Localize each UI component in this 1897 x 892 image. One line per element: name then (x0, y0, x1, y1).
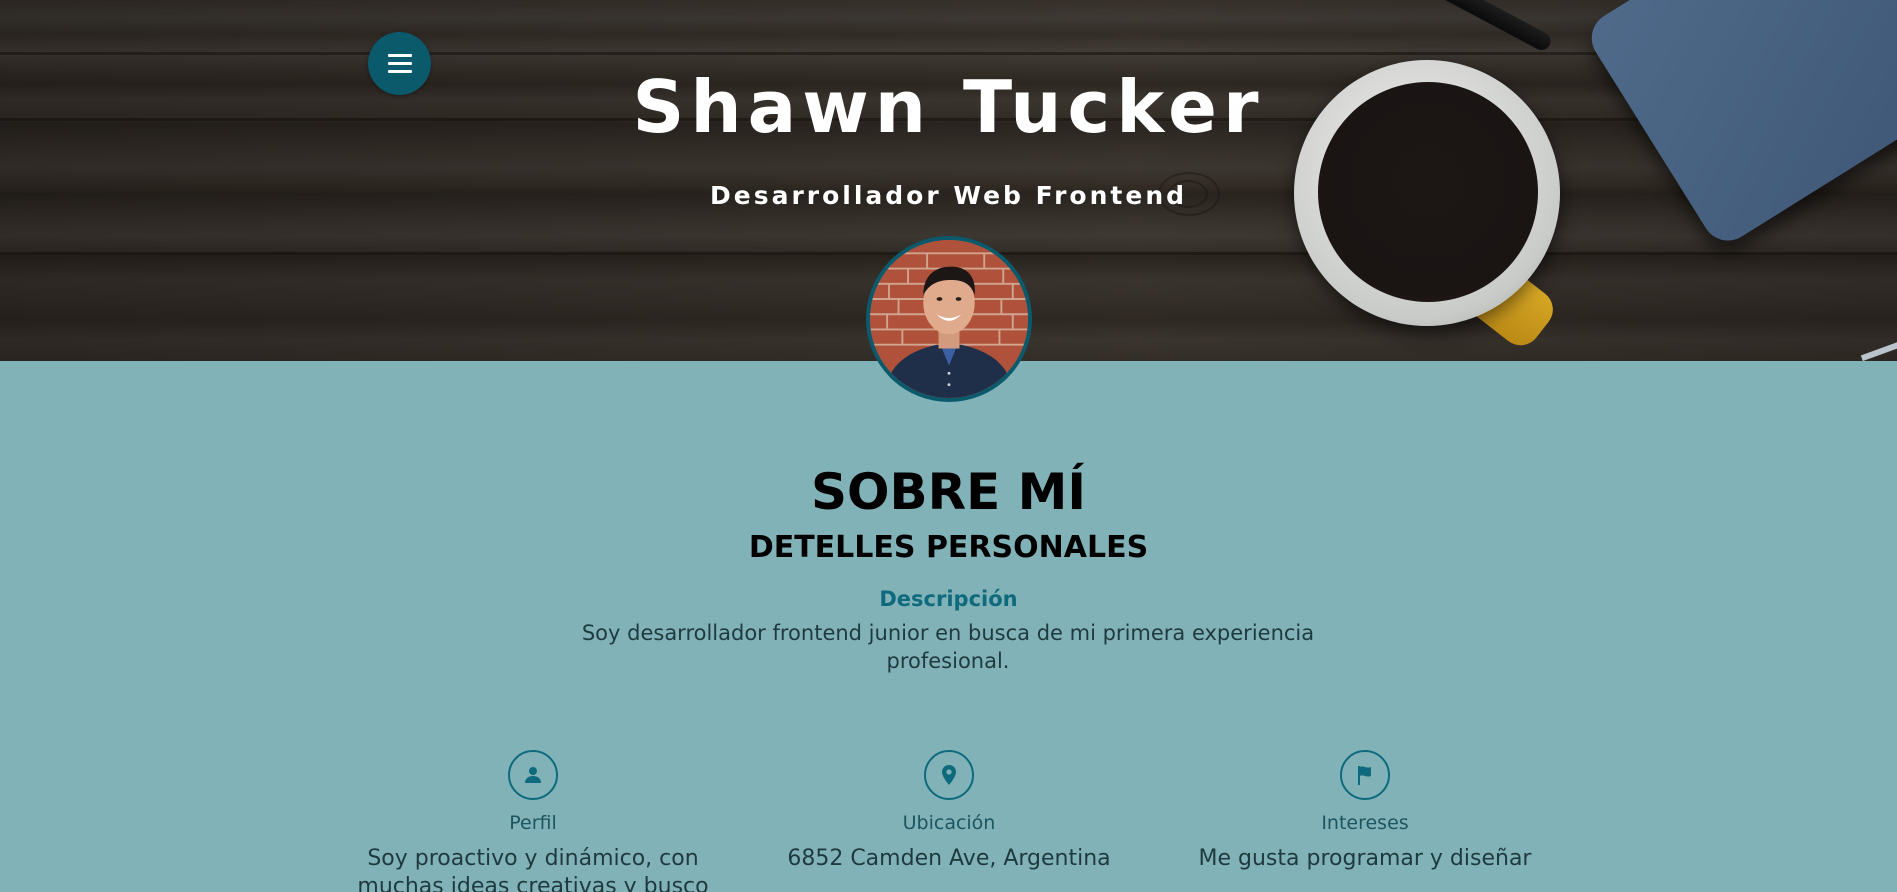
detail-label: Intereses (1321, 812, 1409, 834)
detail-profile: Perfil Soy proactivo y dinámico, con muc… (343, 750, 723, 892)
map-pin-icon (924, 750, 974, 800)
hero-title: Shawn Tucker (632, 65, 1265, 149)
about-title: SOBRE MÍ (810, 463, 1087, 521)
detail-text: Me gusta programar y diseñar (1198, 846, 1532, 871)
hero-subtitle: Desarrollador Web Frontend (709, 181, 1188, 210)
detail-label: Ubicación (902, 812, 996, 834)
description-heading: Descripción (879, 587, 1018, 611)
detail-text: 6852 Camden Ave, Argentina (787, 846, 1111, 871)
pen-decoration (1386, 0, 1554, 54)
detail-label: Perfil (509, 812, 557, 834)
user-icon (508, 750, 558, 800)
detail-interests: Intereses Me gusta programar y diseñar (1175, 750, 1555, 873)
description-text: Soy desarrollador frontend junior en bus… (581, 621, 1315, 673)
notebook-corner-decoration (1860, 334, 1897, 361)
detail-location: Ubicación 6852 Camden Ave, Argentina (759, 750, 1139, 873)
detail-text: Soy proactivo y dinámico, con muchas ide… (357, 846, 709, 892)
about-subtitle: DETELLES PERSONALES (748, 530, 1149, 565)
flag-icon (1340, 750, 1390, 800)
avatar (866, 236, 1032, 402)
